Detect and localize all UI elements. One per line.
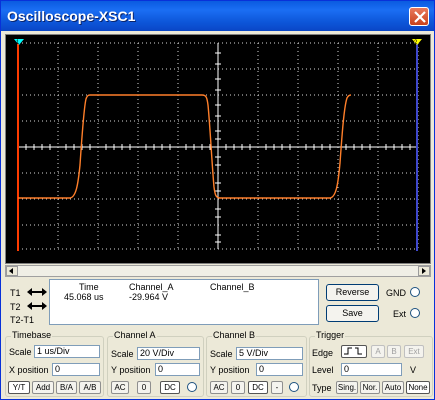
timebase-scale-field[interactable]: 1 us/Div <box>34 345 100 358</box>
type-label: Type <box>312 383 332 393</box>
horizontal-scrollbar[interactable] <box>5 265 431 277</box>
ext-label: Ext <box>393 309 407 319</box>
x-position-field[interactable]: 0 <box>52 363 100 376</box>
t2-label: T2 <box>10 302 21 312</box>
channel-a-dc-button[interactable]: DC <box>160 381 180 394</box>
channel-b-radio[interactable] <box>289 382 299 392</box>
channel-a-scale-label: Scale <box>111 349 134 359</box>
channel-b-ypos-field[interactable]: 0 <box>256 363 303 376</box>
scope-display[interactable]: 1 2 <box>6 35 430 263</box>
arrow-left-right-icon[interactable] <box>27 301 47 311</box>
mode-ab-button[interactable]: A/B <box>79 381 101 394</box>
edge-label: Edge <box>312 348 334 358</box>
scroll-right-button[interactable] <box>418 266 430 276</box>
gnd-radio[interactable] <box>410 287 420 297</box>
mode-yt-button[interactable]: Y/T <box>8 381 30 394</box>
level-unit: V <box>410 365 417 375</box>
window-title: Oscilloscope-XSC1 <box>7 8 136 24</box>
header-channel-b: Channel_B <box>210 282 255 292</box>
close-button[interactable] <box>409 7 429 26</box>
close-icon <box>414 11 426 23</box>
timebase-group: Timebase Scale 1 us/Div X position 0 Y/T… <box>5 330 104 397</box>
trigger-a-button[interactable]: A <box>371 345 385 358</box>
timebase-title: Timebase <box>11 330 53 340</box>
channel-b-scale-label: Scale <box>210 349 233 359</box>
channel-b-scale-field[interactable]: 5 V/Div <box>236 347 303 360</box>
x-position-label: X position <box>9 365 49 375</box>
t2-t1-label: T2-T1 <box>10 315 35 325</box>
mode-ba-button[interactable]: B/A <box>56 381 77 394</box>
channel-b-ac-button[interactable]: AC <box>210 381 228 394</box>
trigger-ext-button[interactable]: Ext <box>404 345 424 358</box>
channel-a-zero-button[interactable]: 0 <box>137 381 151 394</box>
t1-time-value: 45.068 us <box>64 292 104 302</box>
type-auto-button[interactable]: Auto <box>382 381 404 394</box>
rising-edge-icon <box>344 347 362 355</box>
header-channel-a: Channel_A <box>129 282 174 292</box>
channel-b-title: Channel B <box>212 330 257 340</box>
cursor-readout-panel: Time Channel_A Channel_B 45.068 us -29.9… <box>49 279 319 325</box>
t1-channel-a-value: -29.964 V <box>129 292 169 302</box>
channel-b-group: Channel B Scale 5 V/Div Y position 0 AC … <box>206 330 307 397</box>
t2-arrows[interactable] <box>27 301 47 311</box>
level-field[interactable]: 0 <box>341 363 402 376</box>
ext-radio[interactable] <box>410 308 420 318</box>
trigger-title: Trigger <box>315 330 346 340</box>
type-normal-button[interactable]: Nor. <box>360 381 380 394</box>
type-none-button[interactable]: None <box>406 381 430 394</box>
title-bar[interactable]: Oscilloscope-XSC1 <box>1 1 434 31</box>
channel-a-group: Channel A Scale 20 V/Div Y position 0 AC… <box>107 330 204 397</box>
scope-screen[interactable]: 1 2 <box>5 34 431 264</box>
channel-b-zero-button[interactable]: 0 <box>231 381 245 394</box>
mode-add-button[interactable]: Add <box>32 381 54 394</box>
center-axes <box>18 43 418 249</box>
t1-arrows[interactable] <box>27 287 47 297</box>
trigger-group: Trigger Edge A B Ext Level 0 V Type Sing… <box>309 330 433 397</box>
type-single-button[interactable]: Sing. <box>336 381 358 394</box>
t1-label: T1 <box>10 288 21 298</box>
arrow-left-right-icon[interactable] <box>27 287 47 297</box>
channel-a-ypos-label: Y position <box>111 365 151 375</box>
channel-b-minus-button[interactable]: - <box>271 381 283 394</box>
channel-b-ypos-label: Y position <box>210 365 250 375</box>
trigger-b-button[interactable]: B <box>387 345 401 358</box>
gnd-label: GND <box>386 288 406 298</box>
channel-a-ac-button[interactable]: AC <box>111 381 129 394</box>
channel-a-scale-field[interactable]: 20 V/Div <box>137 347 200 360</box>
save-button[interactable]: Save <box>326 305 379 322</box>
header-time: Time <box>79 282 99 292</box>
level-label: Level <box>312 365 334 375</box>
channel-a-title: Channel A <box>113 330 157 340</box>
reverse-button[interactable]: Reverse <box>326 284 379 301</box>
scroll-right-icon <box>422 268 426 274</box>
scroll-left-icon <box>9 268 13 274</box>
oscilloscope-window: Oscilloscope-XSC1 1 2 T1 T2 T2-T1 Time C… <box>0 0 435 400</box>
channel-b-dc-button[interactable]: DC <box>248 381 268 394</box>
channel-a-ypos-field[interactable]: 0 <box>155 363 200 376</box>
edge-select-button[interactable] <box>341 345 367 358</box>
channel-a-radio[interactable] <box>187 382 197 392</box>
timebase-scale-label: Scale <box>9 347 32 357</box>
scroll-left-button[interactable] <box>6 266 18 276</box>
